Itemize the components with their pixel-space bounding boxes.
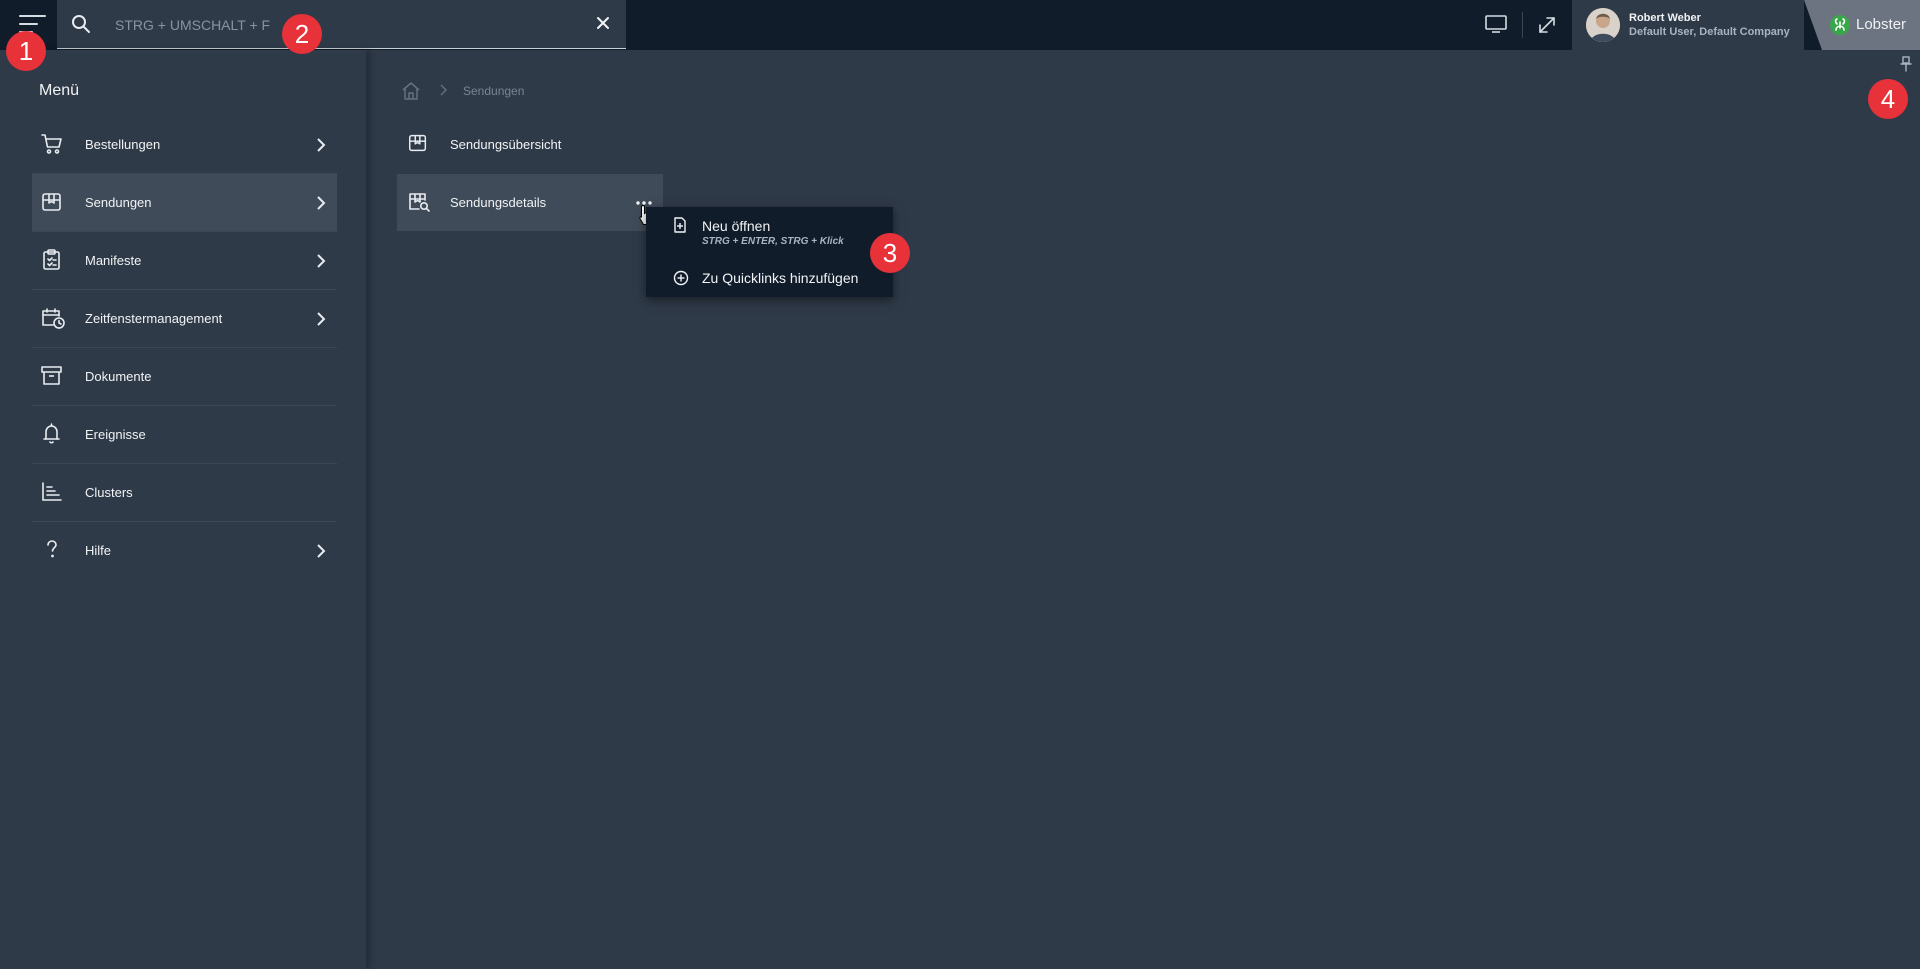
submenu-item-label: Sendungsdetails bbox=[450, 195, 547, 210]
context-menu-item-label: Neu öffnen bbox=[702, 218, 771, 234]
context-menu-item-add-quicklinks[interactable]: Zu Quicklinks hinzufügen bbox=[646, 257, 893, 291]
sidebar-item-label: Clusters bbox=[85, 485, 133, 500]
menu-title: Menü bbox=[39, 82, 80, 99]
context-menu: Neu öffnen STRG + ENTER, STRG + Klick Zu… bbox=[646, 207, 893, 297]
package-icon bbox=[407, 132, 429, 154]
submenu-item-sendungsdetails[interactable]: Sendungsdetails bbox=[397, 174, 663, 231]
annotation-badge-2: 2 bbox=[282, 14, 322, 54]
sidebar-item-sendungen[interactable]: Sendungen bbox=[32, 174, 337, 232]
chevron-right-icon bbox=[315, 254, 327, 268]
annotation-badge-1: 1 bbox=[6, 31, 46, 71]
breadcrumb-current[interactable]: Sendungen bbox=[463, 84, 524, 98]
home-icon[interactable] bbox=[401, 81, 421, 101]
sidebar-item-label: Ereignisse bbox=[85, 427, 146, 442]
monitor-icon[interactable] bbox=[1484, 14, 1508, 34]
archive-icon bbox=[40, 364, 64, 388]
main-content: Sendungen Sendungsübersicht Sendungsdeta… bbox=[366, 50, 1920, 969]
question-icon bbox=[40, 538, 64, 562]
search-icon bbox=[71, 14, 91, 34]
sidebar-item-clusters[interactable]: Clusters bbox=[32, 464, 337, 522]
sidebar-item-manifeste[interactable]: Manifeste bbox=[32, 232, 337, 290]
sidebar-item-label: Sendungen bbox=[85, 195, 152, 210]
sidebar-item-label: Manifeste bbox=[85, 253, 142, 268]
toolbar-divider bbox=[1522, 12, 1523, 38]
submenu-item-sendungsuebersicht[interactable]: Sendungsübersicht bbox=[397, 116, 663, 173]
sidebar-item-zeitfenstermanagement[interactable]: Zeitfenstermanagement bbox=[32, 290, 337, 348]
package-icon bbox=[40, 190, 64, 214]
bar-list-icon bbox=[40, 480, 64, 504]
sidebar-item-label: Bestellungen bbox=[85, 137, 161, 152]
swap-arrows-icon[interactable] bbox=[1536, 14, 1558, 36]
sidebar-menu: Menü Bestellungen Sendungen Manifeste Ze… bbox=[0, 50, 366, 969]
calendar-clock-icon bbox=[40, 306, 66, 330]
context-menu-item-label: Zu Quicklinks hinzufügen bbox=[702, 270, 859, 286]
annotation-badge-3: 3 bbox=[870, 233, 910, 273]
context-menu-item-open-new[interactable]: Neu öffnen STRG + ENTER, STRG + Klick bbox=[646, 207, 893, 251]
sidebar-item-label: Hilfe bbox=[85, 543, 112, 558]
file-plus-icon bbox=[673, 217, 687, 233]
package-search-icon bbox=[407, 190, 431, 214]
user-profile[interactable]: Robert Weber Default User, Default Compa… bbox=[1572, 0, 1804, 50]
sidebar-item-dokumente[interactable]: Dokumente bbox=[32, 348, 337, 406]
bell-icon bbox=[40, 422, 64, 446]
chevron-right-icon bbox=[315, 312, 327, 326]
sidebar-item-bestellungen[interactable]: Bestellungen bbox=[32, 116, 337, 174]
chevron-right-icon bbox=[315, 544, 327, 558]
plus-circle-icon bbox=[673, 270, 689, 286]
brand-name: Lobster bbox=[1856, 16, 1907, 33]
search-input[interactable] bbox=[113, 12, 577, 38]
clipboard-icon bbox=[40, 248, 64, 272]
cart-icon bbox=[40, 132, 64, 156]
sidebar-item-label: Zeitfenstermanagement bbox=[85, 311, 223, 326]
avatar bbox=[1586, 8, 1620, 42]
keyboard-shortcut-hint: STRG + ENTER, STRG + Klick bbox=[702, 236, 844, 247]
chevron-right-icon bbox=[315, 196, 327, 210]
sidebar-item-ereignisse[interactable]: Ereignisse bbox=[32, 406, 337, 464]
chevron-right-icon bbox=[315, 138, 327, 152]
clear-search-icon[interactable] bbox=[595, 15, 611, 31]
sidebar-item-label: Dokumente bbox=[85, 369, 152, 384]
lobster-logo-icon bbox=[1830, 15, 1850, 35]
menu-list: Bestellungen Sendungen Manifeste Zeitfen… bbox=[32, 116, 337, 579]
sidebar-item-hilfe[interactable]: Hilfe bbox=[32, 522, 337, 579]
annotation-badge-4: 4 bbox=[1868, 79, 1908, 119]
search-bar bbox=[57, 0, 626, 49]
brand-logo-area[interactable]: Lobster bbox=[1804, 0, 1920, 50]
user-subtitle: Default User, Default Company bbox=[1629, 26, 1790, 38]
chevron-right-icon bbox=[439, 84, 449, 96]
user-name: Robert Weber bbox=[1629, 12, 1701, 24]
submenu-item-label: Sendungsübersicht bbox=[450, 137, 562, 152]
